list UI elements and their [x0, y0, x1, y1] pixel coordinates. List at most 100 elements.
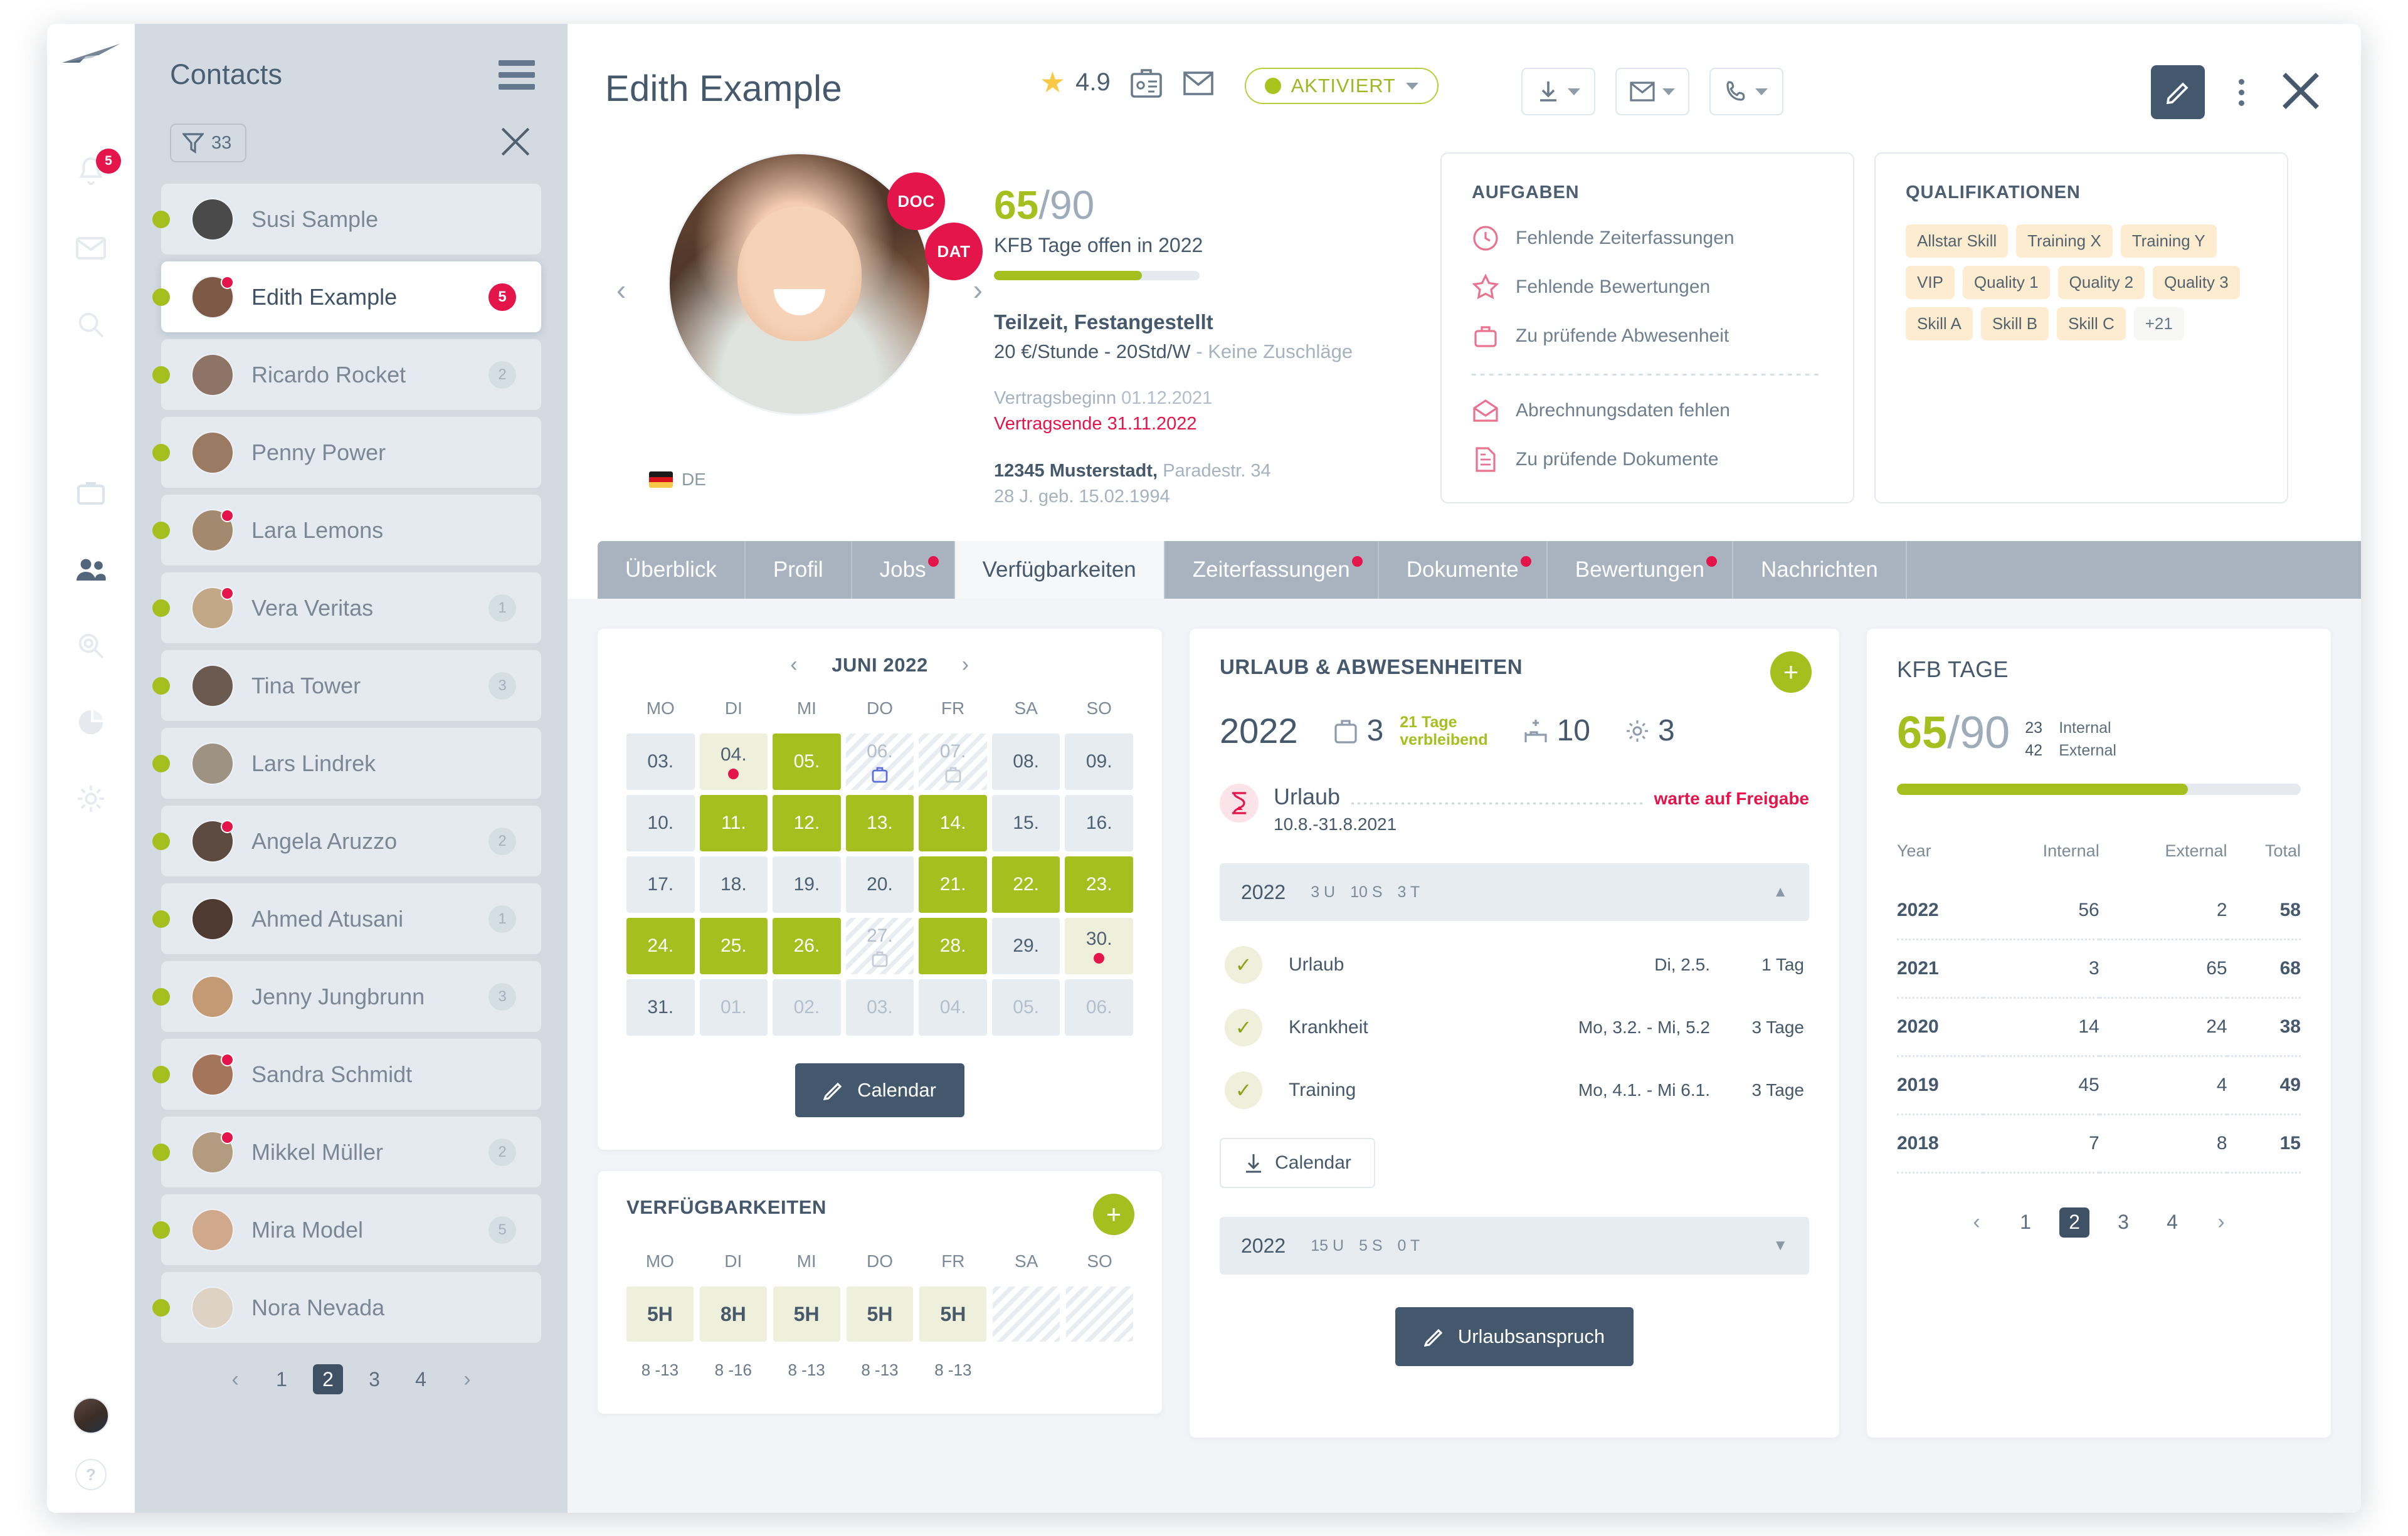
- contact-list-item[interactable]: Vera Veritas 1: [152, 572, 541, 643]
- calendar-day-cell[interactable]: 06.: [1065, 979, 1133, 1036]
- contact-list-item[interactable]: Edith Example 5: [152, 261, 541, 332]
- calendar-day-cell[interactable]: 09.: [1065, 734, 1133, 790]
- task-item[interactable]: Fehlende Zeiterfassungen: [1472, 224, 1823, 252]
- call-button[interactable]: [1709, 68, 1783, 115]
- contact-list-item[interactable]: Nora Nevada: [152, 1272, 541, 1343]
- tab-bewertungen[interactable]: Bewertungen: [1547, 541, 1733, 599]
- calendar-day-cell[interactable]: 22.: [991, 856, 1060, 913]
- calendar-day-cell[interactable]: 10.: [626, 795, 695, 851]
- rail-item-mail[interactable]: [47, 210, 135, 287]
- sidebar-pagination-page[interactable]: 1: [267, 1364, 297, 1394]
- sidebar-pagination-page[interactable]: 4: [406, 1364, 436, 1394]
- calendar-day-cell[interactable]: 14.: [919, 795, 987, 851]
- contact-list-item[interactable]: Lara Lemons: [152, 495, 541, 565]
- calendar-day-cell[interactable]: 27.: [845, 918, 914, 974]
- rail-item-reports[interactable]: [47, 684, 135, 760]
- contact-list-item[interactable]: Mikkel Müller 2: [152, 1117, 541, 1187]
- filter-chip[interactable]: 33: [170, 124, 247, 162]
- absence-row[interactable]: ✓ Training Mo, 4.1. - Mi 6.1. 3 Tage: [1220, 1071, 1809, 1109]
- qualification-tag[interactable]: Skill C: [2057, 307, 2126, 340]
- rail-item-contacts[interactable]: [47, 531, 135, 608]
- calendar-day-cell[interactable]: 05.: [991, 979, 1060, 1036]
- qualification-tag[interactable]: Quality 3: [2153, 266, 2240, 299]
- sidebar-pagination-next[interactable]: ›: [452, 1364, 482, 1394]
- absence-accordion-open[interactable]: 2022 3 U 10 S 3 T ▲: [1220, 863, 1809, 921]
- kfb-pagination-prev[interactable]: ‹: [1962, 1207, 1992, 1238]
- hamburger-menu-icon[interactable]: [499, 60, 535, 90]
- close-icon[interactable]: [2278, 68, 2323, 117]
- qualification-more-tag[interactable]: +21: [2133, 307, 2184, 340]
- calendar-day-cell[interactable]: 23.: [1065, 856, 1133, 913]
- qualification-tag[interactable]: Skill A: [1906, 307, 1973, 340]
- availability-cell[interactable]: [993, 1286, 1060, 1342]
- sidebar-pagination-prev[interactable]: ‹: [220, 1364, 250, 1394]
- sidebar-pagination-page[interactable]: 2: [313, 1364, 343, 1394]
- tab-nachrichten[interactable]: Nachrichten: [1733, 541, 1907, 599]
- calendar-day-cell[interactable]: 30.: [1065, 918, 1133, 974]
- calendar-day-cell[interactable]: 04.: [699, 734, 768, 790]
- download-button[interactable]: [1521, 68, 1595, 115]
- vacation-claim-button[interactable]: Urlaubsanspruch: [1395, 1307, 1634, 1366]
- table-row[interactable]: 2021 3 65 68: [1897, 939, 2301, 999]
- calendar-next-icon[interactable]: ›: [962, 653, 969, 677]
- more-options-icon[interactable]: [2221, 73, 2262, 112]
- calendar-day-cell[interactable]: 04.: [919, 979, 987, 1036]
- user-avatar[interactable]: [73, 1397, 109, 1434]
- calendar-day-cell[interactable]: 12.: [773, 795, 841, 851]
- qualification-tag[interactable]: Training Y: [2120, 224, 2217, 258]
- calendar-day-cell[interactable]: 03.: [845, 979, 914, 1036]
- calendar-day-cell[interactable]: 29.: [991, 918, 1060, 974]
- calendar-day-cell[interactable]: 16.: [1065, 795, 1133, 851]
- calendar-day-cell[interactable]: 20.: [845, 856, 914, 913]
- next-contact-icon[interactable]: ›: [973, 273, 983, 307]
- clear-filter-icon[interactable]: [499, 125, 532, 162]
- calendar-day-cell[interactable]: 31.: [626, 979, 695, 1036]
- tab-dokumente[interactable]: Dokumente: [1378, 541, 1548, 599]
- tab-profil[interactable]: Profil: [745, 541, 852, 599]
- availability-cell[interactable]: 5H: [626, 1286, 694, 1342]
- availability-cell[interactable]: 5H: [846, 1286, 914, 1342]
- contact-list-item[interactable]: Lars Lindrek: [152, 728, 541, 799]
- edit-button[interactable]: [2151, 65, 2205, 119]
- badge-dat[interactable]: DAT: [925, 223, 983, 280]
- rail-item-targets[interactable]: [47, 608, 135, 684]
- qualification-tag[interactable]: VIP: [1906, 266, 1955, 299]
- contact-list-item[interactable]: Tina Tower 3: [152, 650, 541, 721]
- contact-list-item[interactable]: Jenny Jungbrunn 3: [152, 961, 541, 1032]
- email-button[interactable]: [1615, 68, 1689, 115]
- contact-list-item[interactable]: Penny Power: [152, 417, 541, 488]
- kfb-pagination-page[interactable]: 2: [2059, 1207, 2089, 1238]
- table-row[interactable]: 2019 45 4 49: [1897, 1056, 2301, 1115]
- calendar-day-cell[interactable]: 06.: [845, 734, 914, 790]
- rail-item-jobs[interactable]: [47, 455, 135, 531]
- kfb-pagination-page[interactable]: 1: [2010, 1207, 2041, 1238]
- calendar-day-cell[interactable]: 26.: [773, 918, 841, 974]
- tab-jobs[interactable]: Jobs: [852, 541, 955, 599]
- calendar-day-cell[interactable]: 03.: [626, 734, 695, 790]
- calendar-day-cell[interactable]: 13.: [845, 795, 914, 851]
- help-icon[interactable]: ?: [75, 1459, 107, 1490]
- absence-row[interactable]: ✓ Urlaub Di, 2.5. 1 Tag: [1220, 946, 1809, 984]
- prev-contact-icon[interactable]: ‹: [616, 273, 626, 307]
- availability-cell[interactable]: 8H: [699, 1286, 767, 1342]
- calendar-day-cell[interactable]: 17.: [626, 856, 695, 913]
- add-absence-button[interactable]: +: [1770, 651, 1812, 693]
- badge-doc[interactable]: DOC: [887, 172, 945, 230]
- calendar-day-cell[interactable]: 11.: [699, 795, 768, 851]
- qualification-tag[interactable]: Training X: [2016, 224, 2113, 258]
- calendar-export-button[interactable]: Calendar: [795, 1063, 964, 1117]
- table-row[interactable]: 2020 14 24 38: [1897, 997, 2301, 1057]
- availability-cell[interactable]: 5H: [773, 1286, 840, 1342]
- kfb-pagination-page[interactable]: 4: [2157, 1207, 2187, 1238]
- calendar-day-cell[interactable]: 25.: [699, 918, 768, 974]
- calendar-day-cell[interactable]: 24.: [626, 918, 695, 974]
- kfb-pagination-next[interactable]: ›: [2206, 1207, 2236, 1238]
- status-badge[interactable]: AKTIVIERT: [1244, 68, 1439, 104]
- qualification-tag[interactable]: Quality 2: [2057, 266, 2145, 299]
- contact-list-item[interactable]: Susi Sample: [152, 184, 541, 255]
- task-item[interactable]: Zu prüfende Dokumente: [1472, 446, 1823, 473]
- calendar-day-cell[interactable]: 19.: [773, 856, 841, 913]
- table-row[interactable]: 2022 56 2 58: [1897, 881, 2301, 940]
- pending-request[interactable]: Urlaub warte auf Freigabe 10.8.-31.8.202…: [1220, 784, 1809, 834]
- contact-list-item[interactable]: Ricardo Rocket 2: [152, 339, 541, 410]
